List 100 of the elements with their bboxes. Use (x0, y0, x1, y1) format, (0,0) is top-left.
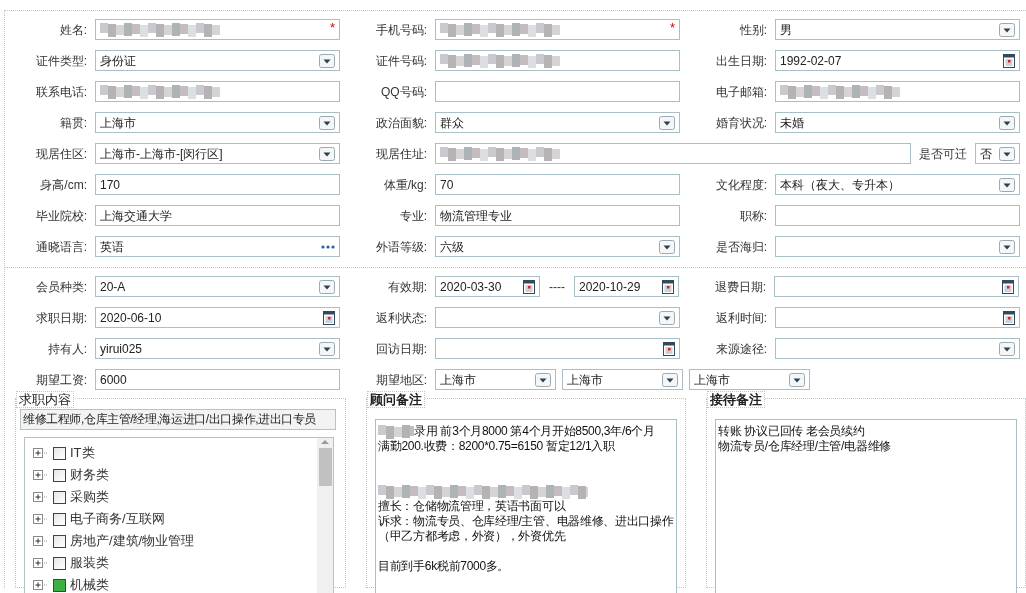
field-label: 是否海归: (714, 238, 768, 256)
scrollbar-thumb[interactable] (318, 448, 332, 486)
expand-icon[interactable] (33, 514, 49, 524)
tree-item-label[interactable]: IT类 (70, 443, 95, 463)
input-field[interactable]: 物流管理专业 (435, 205, 680, 226)
input-field[interactable]: 6000 (95, 369, 340, 390)
tree-item-label[interactable]: 电子商务/互联网 (70, 509, 165, 529)
date-field[interactable]: 2020-10-29 (574, 276, 679, 297)
note-text: 物流专员/仓库经理/主管/电器维修 (718, 439, 891, 453)
field-label: 专业: (398, 207, 428, 225)
expand-icon[interactable] (33, 558, 49, 568)
field-label: 现居住区: (34, 145, 88, 163)
calendar-icon[interactable] (662, 279, 674, 294)
field-label: 期望工资: (34, 371, 88, 389)
calendar-icon[interactable] (1002, 279, 1014, 294)
scrollbar[interactable] (317, 438, 333, 593)
dropdown-field[interactable]: 六级 (435, 236, 680, 257)
section-legend: 顾问备注 (367, 391, 425, 408)
input-field[interactable]: * (435, 19, 680, 40)
field-label: 体重/kg: (382, 176, 428, 194)
calendar-icon[interactable] (1003, 53, 1015, 68)
dropdown-field[interactable]: 本科（夜大、专升本） (775, 174, 1020, 195)
selected-jobs-field[interactable]: 维修工程师,仓库主管/经理,海运进口/出口操作,进出口专员 (20, 409, 336, 430)
date-field[interactable] (435, 338, 680, 359)
dropdown-field[interactable]: 上海市 (95, 112, 340, 133)
field-label: 通晓语言: (34, 238, 88, 256)
dropdown-field[interactable]: 男 (775, 19, 1020, 40)
notes-textarea[interactable]: 录用 前3个月8000 第4个月开始8500,3年/6个月 满勤200.收费：8200*0.75=6150 暂定12/1入职 擅长：仓储物流管理，英语书面可以 诉求：物流专员、仓库经理/主管、电器维修、进出口操作（甲乙方都考虑，外资），外资优先 目前到手6k税前7000多。 (375, 419, 677, 593)
dropdown-field[interactable]: 未婚 (775, 112, 1020, 133)
field-label: 持有人: (46, 340, 88, 358)
checkbox[interactable] (53, 512, 66, 526)
expand-icon[interactable] (33, 470, 49, 480)
dropdown-field[interactable]: 上海市 (689, 369, 810, 390)
calendar-icon[interactable] (1003, 310, 1015, 325)
expand-icon[interactable] (33, 448, 49, 458)
field-label: 退费日期: (713, 278, 767, 296)
dropdown-field[interactable]: 20-A (95, 276, 340, 297)
field-label: 姓名: (58, 21, 88, 39)
tree-item-label[interactable]: 机械类 (70, 575, 109, 593)
field-label: 返利时间: (714, 309, 768, 327)
dropdown-field[interactable]: 群众 (435, 112, 680, 133)
dropdown-field[interactable]: 上海市 (562, 369, 683, 390)
dropdown-field[interactable] (775, 338, 1020, 359)
field-label: 证件类型: (34, 52, 88, 70)
tree-item-label[interactable]: 财务类 (70, 465, 109, 485)
input-field[interactable]: * (95, 19, 340, 40)
date-field[interactable]: 2020-03-30 (435, 276, 540, 297)
calendar-icon[interactable] (663, 341, 675, 356)
checkbox[interactable] (53, 446, 66, 460)
category-tree[interactable]: IT类 财务类 采购类 电子商务/互联网 房地产/建筑/物业管理 服装类 机械类 (24, 437, 334, 593)
field-label: QQ号码: (380, 83, 428, 101)
tree-item-label[interactable]: 采购类 (70, 487, 109, 507)
input-field[interactable] (95, 81, 340, 102)
field-label: 回访日期: (374, 340, 428, 358)
date-field[interactable]: 2020-06-10 (95, 307, 340, 328)
notes-textarea[interactable]: 转账 协议已回传 老会员续约 物流专员/仓库经理/主管/电器维修 (715, 419, 1017, 593)
input-field[interactable] (775, 81, 1020, 102)
dropdown-field[interactable] (435, 307, 680, 328)
note-text: 满勤200.收费：8200*0.75=6150 暂定12/1入职 (378, 439, 615, 453)
input-field[interactable] (435, 81, 680, 102)
input-field[interactable] (435, 143, 911, 164)
required-mark: * (329, 19, 335, 37)
field-label: 联系电话: (34, 83, 88, 101)
field-label: 来源途径: (714, 340, 768, 358)
note-text: 录用 前3个月8000 第4个月开始8500,3年/6个月 (414, 424, 655, 439)
date-field[interactable]: 1992-02-07 (775, 50, 1020, 71)
field-label: 电子邮箱: (714, 83, 768, 101)
field-label: 政治面貌: (374, 114, 428, 132)
checkbox[interactable] (53, 534, 66, 548)
dropdown-field[interactable]: 上海市-上海市-[闵行区] (95, 143, 340, 164)
field-label: 毕业院校: (34, 207, 88, 225)
dropdown-field[interactable]: 身份证 (95, 50, 340, 71)
input-field[interactable]: 英语 (95, 236, 340, 257)
dropdown-field[interactable]: yirui025 (95, 338, 340, 359)
input-field[interactable]: 70 (435, 174, 680, 195)
checkbox[interactable] (53, 578, 66, 592)
field-label: 现居住址: (374, 145, 428, 163)
tree-item-label[interactable]: 服装类 (70, 553, 109, 573)
input-field[interactable]: 上海交通大学 (95, 205, 340, 226)
calendar-icon[interactable] (523, 279, 535, 294)
field-label: 有效期: (386, 278, 428, 296)
field-label: 是否可迁 (918, 145, 968, 163)
expand-icon[interactable] (33, 536, 49, 546)
input-field[interactable] (435, 50, 680, 71)
checkbox[interactable] (53, 490, 66, 504)
more-options-icon[interactable] (321, 244, 335, 249)
checkbox[interactable] (53, 556, 66, 570)
field-label: 返利状态: (374, 309, 428, 327)
dropdown-field[interactable]: 否 (975, 143, 1020, 164)
tree-item-label[interactable]: 房地产/建筑/物业管理 (70, 531, 195, 551)
calendar-icon[interactable] (323, 310, 335, 325)
dropdown-field[interactable] (775, 236, 1020, 257)
date-field[interactable] (775, 307, 1020, 328)
dropdown-field[interactable]: 上海市 (435, 369, 556, 390)
input-field[interactable]: 170 (95, 174, 340, 195)
expand-icon[interactable] (33, 492, 49, 502)
input-field[interactable] (775, 205, 1020, 226)
date-field[interactable] (774, 276, 1019, 297)
checkbox[interactable] (53, 468, 66, 482)
expand-icon[interactable] (33, 580, 49, 590)
